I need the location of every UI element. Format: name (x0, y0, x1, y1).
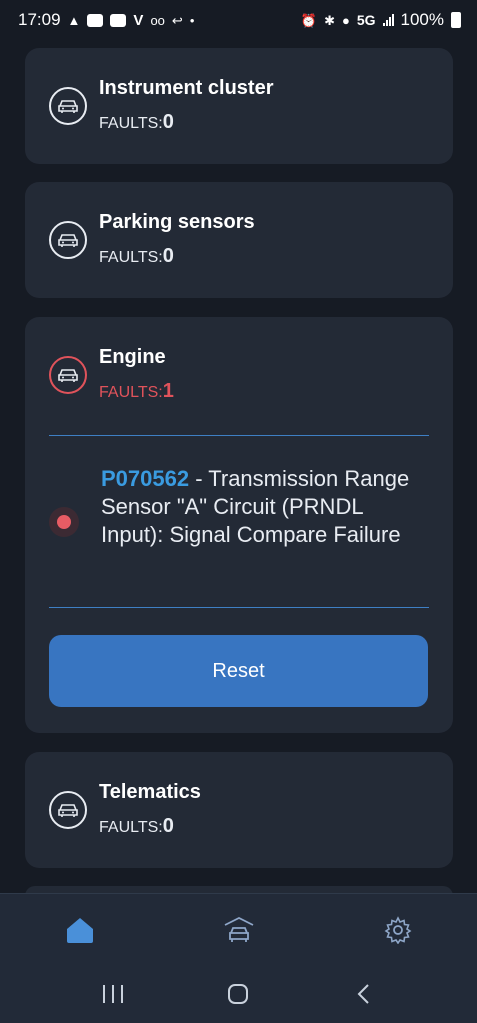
faults-row: FAULTS:1 (99, 380, 174, 403)
faults-row: FAULTS:0 (99, 245, 255, 268)
status-bar: 17:09 ▲ V oo ↩ • ⏰ ✱ ● 5G 100% (0, 0, 477, 40)
bluetooth-icon: ✱ (324, 12, 335, 28)
car-icon (49, 87, 87, 125)
more-notifications-icon: • (189, 12, 195, 28)
nav-settings[interactable] (368, 900, 428, 960)
dtc-code: P070562 (101, 466, 190, 491)
faults-label: FAULTS: (99, 115, 163, 132)
faults-count: 0 (162, 111, 174, 133)
battery-icon (451, 12, 461, 28)
alarm-icon: ⏰ (300, 12, 318, 28)
divider (49, 435, 429, 436)
back-button[interactable] (334, 969, 394, 1019)
home-circle-icon (228, 984, 249, 1004)
voicemail-icon: oo (150, 12, 165, 28)
bottom-nav (0, 893, 477, 965)
system-nav-bar (0, 965, 477, 1023)
home-icon (66, 917, 93, 943)
battery-percent: 100% (400, 10, 444, 29)
faults-count: 0 (162, 815, 174, 837)
signal-icon (382, 14, 394, 26)
car-icon (49, 221, 87, 259)
nav-home[interactable] (50, 900, 110, 960)
status-right: ⏰ ✱ ● 5G 100% (301, 10, 461, 30)
system-title: Instrument cluster (99, 77, 274, 99)
garage-icon (224, 916, 253, 942)
v-app-icon: V (133, 11, 144, 29)
navigation-icon: ▲ (67, 12, 81, 28)
reset-button[interactable]: Reset (49, 635, 428, 707)
dtc-entry: P070562 - Transmission Range Sensor "A" … (101, 465, 421, 549)
faults-label: FAULTS: (99, 249, 163, 266)
faults-label: FAULTS: (99, 384, 163, 401)
status-time: 17:09 (18, 10, 61, 29)
faults-count: 1 (162, 380, 174, 402)
recent-apps-button[interactable] (83, 969, 143, 1019)
car-icon (49, 791, 87, 829)
missed-call-icon: ↩ (171, 12, 183, 28)
faults-row: FAULTS:0 (99, 111, 273, 134)
system-card-telematics[interactable]: Telematics FAULTS:0 (25, 752, 453, 868)
car-icon (49, 356, 87, 394)
faults-label: FAULTS: (99, 819, 163, 836)
system-title: Engine (99, 346, 166, 368)
system-title: Parking sensors (99, 211, 255, 233)
nav-garage[interactable] (209, 900, 269, 960)
faults-count: 0 (162, 245, 174, 267)
status-left: 17:09 ▲ V oo ↩ • (18, 10, 194, 30)
system-card-instrument-cluster[interactable]: Instrument cluster FAULTS:0 (25, 48, 453, 164)
faults-row: FAULTS:0 (99, 815, 201, 838)
toyota-app-icon (87, 13, 104, 27)
fault-indicator-icon (49, 507, 79, 537)
system-card-parking-sensors[interactable]: Parking sensors FAULTS:0 (25, 182, 453, 298)
divider (49, 607, 429, 608)
back-icon (357, 984, 369, 1004)
gear-icon (384, 915, 411, 944)
system-title: Telematics (99, 781, 201, 803)
location-icon: ● (341, 12, 350, 28)
recent-apps-icon (102, 985, 123, 1003)
home-button[interactable] (208, 969, 268, 1019)
youtube-icon (110, 13, 127, 27)
system-card-engine[interactable]: Engine FAULTS:1 P070562 - Transmission R… (25, 317, 453, 733)
network-type: 5G (356, 12, 376, 28)
